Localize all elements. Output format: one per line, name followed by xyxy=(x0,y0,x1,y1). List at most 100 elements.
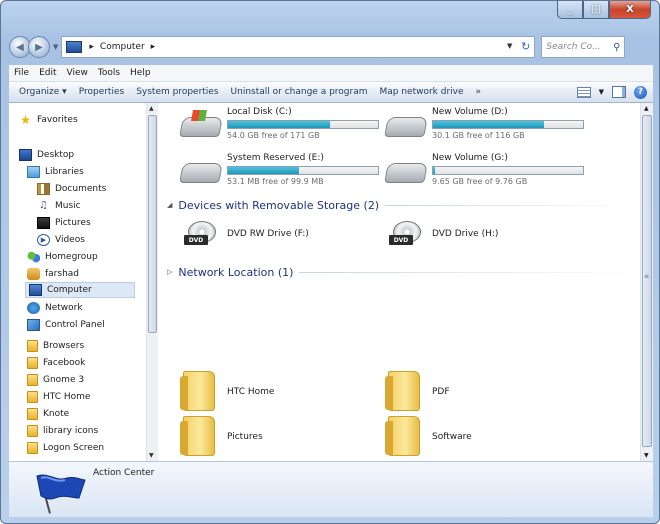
folder-icon xyxy=(27,425,38,437)
dvd-drive-icon: DVD xyxy=(183,221,221,247)
nav-favorites[interactable]: ★ Favorites xyxy=(19,112,78,128)
nav-music[interactable]: ♫ Music xyxy=(37,198,81,214)
caption-buttons: _ □ X xyxy=(557,1,651,19)
nav-libraries[interactable]: Libraries xyxy=(27,164,84,180)
content-scroll-thumb[interactable] xyxy=(642,115,652,447)
nav-folder[interactable]: Logon Screen xyxy=(27,440,104,456)
nav-homegroup[interactable]: Homegroup xyxy=(27,249,98,265)
collapse-icon[interactable]: ◢ xyxy=(167,201,172,209)
scroll-down-icon[interactable]: ▼ xyxy=(644,452,649,459)
drive-c[interactable]: Local Disk (C:) 54.0 GB free of 171 GB xyxy=(179,107,381,143)
dvd-label: DVD xyxy=(389,235,413,245)
uninstall-program-button[interactable]: Uninstall or change a program xyxy=(225,87,374,97)
nav-scrollbar[interactable]: ▲ ▼ xyxy=(146,103,158,461)
usage-fill xyxy=(433,121,544,128)
nav-computer[interactable]: Computer xyxy=(25,282,135,298)
view-dropdown-icon[interactable]: ▼ xyxy=(599,88,604,96)
close-button[interactable]: X xyxy=(609,1,651,19)
scroll-up-icon[interactable]: ▲ xyxy=(149,105,154,112)
nav-control-panel[interactable]: Control Panel xyxy=(27,317,105,333)
command-bar: Organize ▾ Properties System properties … xyxy=(9,82,653,103)
refresh-icon[interactable]: ↻ xyxy=(521,40,530,53)
nav-label: Pictures xyxy=(55,218,91,228)
drive-e[interactable]: System Reserved (E:) 53.1 MB free of 99.… xyxy=(179,153,381,189)
menu-edit[interactable]: Edit xyxy=(34,68,61,78)
change-view-icon[interactable] xyxy=(576,86,591,98)
map-network-drive-button[interactable]: Map network drive xyxy=(373,87,469,97)
group-divider xyxy=(299,271,637,273)
usage-bar xyxy=(432,120,584,129)
music-icon: ♫ xyxy=(39,200,48,211)
star-icon: ★ xyxy=(20,113,31,127)
folder-label: Pictures xyxy=(227,432,263,442)
group-network-location[interactable]: ▷ Network Location (1) xyxy=(167,265,637,279)
breadcrumb-separator-icon[interactable]: ▸ xyxy=(89,42,94,52)
properties-button[interactable]: Properties xyxy=(73,87,130,97)
recent-pages-dropdown-icon[interactable]: ▼ xyxy=(53,43,58,51)
nav-folder[interactable]: Browsers xyxy=(27,338,84,354)
folder-software[interactable]: Software xyxy=(385,416,568,460)
drive-free-space: 53.1 MB free of 99.9 MB xyxy=(227,177,324,186)
preview-pane-icon[interactable] xyxy=(612,86,626,98)
nav-farshad[interactable]: farshad xyxy=(27,266,79,282)
drive-name: System Reserved (E:) xyxy=(227,153,324,163)
menu-tools[interactable]: Tools xyxy=(93,68,125,78)
menu-file[interactable]: File xyxy=(9,68,34,78)
expand-icon[interactable]: ▷ xyxy=(167,268,172,276)
control-panel-icon xyxy=(27,319,40,331)
drive-h[interactable]: DVD DVD Drive (H:) xyxy=(388,219,568,249)
folder-pictures[interactable]: Pictures xyxy=(180,416,363,460)
nav-documents[interactable]: Documents xyxy=(37,181,106,197)
nav-folder[interactable]: Facebook xyxy=(27,355,85,371)
group-removable-storage[interactable]: ◢ Devices with Removable Storage (2) xyxy=(167,198,637,212)
nav-desktop[interactable]: Desktop xyxy=(19,147,74,163)
dvd-label: DVD xyxy=(184,235,208,245)
drive-f[interactable]: DVD DVD RW Drive (F:) xyxy=(183,219,363,249)
usage-fill xyxy=(228,167,299,174)
nav-videos[interactable]: ▶ Videos xyxy=(37,232,85,248)
more-commands-button[interactable]: » xyxy=(470,87,488,97)
search-icon[interactable]: ⚲ xyxy=(613,42,620,53)
content-scrollbar[interactable]: ▲ ≡ ▼ xyxy=(640,103,653,461)
nav-folder[interactable]: Gnome 3 xyxy=(27,372,84,388)
breadcrumb-separator-icon[interactable]: ▸ xyxy=(151,42,156,52)
menu-view[interactable]: View xyxy=(62,68,93,78)
action-center-flag-icon xyxy=(36,474,86,514)
nav-folder[interactable]: Knote xyxy=(27,406,69,422)
nav-pictures[interactable]: Pictures xyxy=(37,215,91,231)
navigation-pane: ★ Favorites Desktop Libraries Documents … xyxy=(9,103,159,461)
nav-folder[interactable]: HTC Home xyxy=(27,389,90,405)
dvd-drive-icon: DVD xyxy=(388,221,426,247)
nav-network[interactable]: Network xyxy=(27,300,83,316)
scroll-down-icon[interactable]: ▼ xyxy=(149,452,154,459)
nav-label: Music xyxy=(55,201,81,211)
forward-button[interactable]: ▶ xyxy=(28,36,50,58)
folder-htc-home[interactable]: HTC Home xyxy=(180,371,363,415)
scroll-up-icon[interactable]: ▲ xyxy=(644,105,649,112)
group-divider xyxy=(385,204,637,206)
system-properties-button[interactable]: System properties xyxy=(130,87,224,97)
details-title: Action Center xyxy=(93,468,155,478)
nav-label: Knote xyxy=(43,409,70,419)
organize-button[interactable]: Organize ▾ xyxy=(13,87,73,97)
back-arrow-icon: ◀ xyxy=(16,41,24,53)
address-bar[interactable]: ▸ Computer ▸ ▼ ↻ xyxy=(61,36,536,58)
details-pane: Action Center xyxy=(9,461,653,517)
minimize-button[interactable]: _ xyxy=(557,1,583,19)
nav-label: Control Panel xyxy=(45,320,105,330)
breadcrumb-computer[interactable]: Computer xyxy=(100,42,145,52)
explorer-body: ★ Favorites Desktop Libraries Documents … xyxy=(9,103,653,461)
search-input[interactable]: Search Co... ⚲ xyxy=(541,36,626,58)
menu-help[interactable]: Help xyxy=(125,68,156,78)
maximize-button[interactable]: □ xyxy=(583,1,609,19)
folder-pdf[interactable]: PDF xyxy=(385,371,568,415)
folder-icon xyxy=(180,416,215,456)
content-pane: Local Disk (C:) 54.0 GB free of 171 GB N… xyxy=(161,103,641,461)
nav-label: Libraries xyxy=(45,167,84,177)
address-dropdown-icon[interactable]: ▼ xyxy=(507,42,512,50)
nav-scroll-thumb[interactable] xyxy=(148,115,157,333)
drive-g[interactable]: New Volume (G:) 9.65 GB free of 9.76 GB xyxy=(384,153,586,189)
help-icon[interactable]: ? xyxy=(634,85,647,99)
drive-d[interactable]: New Volume (D:) 30.1 GB free of 116 GB xyxy=(384,107,586,143)
nav-folder[interactable]: library icons xyxy=(27,423,98,439)
